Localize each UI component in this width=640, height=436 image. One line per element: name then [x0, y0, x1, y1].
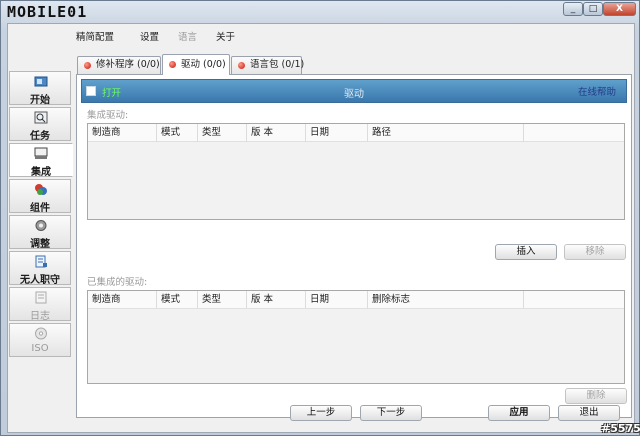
- panel-header: 打开 驱动 在线帮助: [81, 79, 627, 103]
- app-title: MOBILE01: [7, 3, 88, 21]
- app-window: MOBILE01 _ □ X 精简配置 设置 语言 关于 开始 任务 集成 组件…: [0, 0, 640, 436]
- nav-item-label: 集成: [31, 167, 51, 178]
- tab-hotfixes[interactable]: 修补程序 (0/0): [77, 56, 161, 74]
- nav-item-log[interactable]: 日志: [9, 287, 71, 322]
- close-button[interactable]: X: [603, 2, 636, 16]
- nav-item-components[interactable]: 组件: [9, 179, 71, 214]
- nav-item-integrate[interactable]: 集成: [9, 143, 73, 178]
- list-header: 制造商 模式 类型 版 本 日期 路径: [88, 124, 624, 142]
- panel-title: 驱动: [344, 89, 364, 100]
- menu-language[interactable]: 语言: [178, 29, 197, 43]
- next-button[interactable]: 下一步: [360, 405, 422, 421]
- integrate-drivers-list[interactable]: 制造商 模式 类型 版 本 日期 路径: [87, 123, 625, 220]
- nav-item-iso[interactable]: ISO: [9, 323, 71, 357]
- title-bar: MOBILE01 _ □ X: [1, 1, 639, 23]
- tab-label: 驱动 (0/0): [181, 59, 226, 70]
- tab-language-packs[interactable]: 语言包 (0/1): [231, 56, 305, 74]
- column-path[interactable]: 路径: [368, 124, 524, 142]
- integrate-drivers-label: 集成驱动:: [87, 110, 129, 121]
- column-manufacturer[interactable]: 制造商: [88, 124, 157, 142]
- menu-about[interactable]: 关于: [216, 29, 235, 43]
- status-dot-icon: [238, 62, 245, 69]
- column-version[interactable]: 版 本: [247, 291, 306, 309]
- tab-label: 修补程序 (0/0): [96, 59, 160, 70]
- nav-item-label: 开始: [30, 95, 50, 106]
- watermark: #5575: [601, 422, 640, 435]
- nav-item-label: ISO: [31, 343, 49, 354]
- integrate-icon: [34, 147, 48, 159]
- apply-button[interactable]: 应用: [488, 405, 550, 421]
- delete-button[interactable]: 删除: [565, 388, 627, 404]
- nav-item-label: 组件: [30, 203, 50, 214]
- nav-item-label: 无人职守: [20, 275, 60, 286]
- nav-item-start[interactable]: 开始: [9, 71, 71, 106]
- insert-button[interactable]: 插入: [495, 244, 557, 260]
- nav-item-unattended[interactable]: 无人职守: [9, 251, 71, 286]
- online-help-link[interactable]: 在线帮助: [578, 84, 616, 98]
- components-icon: [35, 184, 47, 195]
- nav-item-label: 任务: [30, 131, 50, 142]
- column-delete-flag[interactable]: 删除标志: [368, 291, 524, 309]
- nav-item-tweak[interactable]: 调整: [9, 215, 71, 250]
- client-area: 精简配置 设置 语言 关于 开始 任务 集成 组件 调整 无人职守 日志 ISO…: [7, 23, 635, 433]
- menu-settings[interactable]: 设置: [140, 29, 159, 43]
- status-dot-icon: [84, 62, 91, 69]
- tweak-icon: [35, 220, 47, 231]
- prev-button[interactable]: 上一步: [290, 405, 352, 421]
- task-icon: [34, 111, 48, 124]
- column-type[interactable]: 类型: [198, 291, 247, 309]
- iso-icon: [35, 327, 47, 340]
- minimize-button[interactable]: _: [563, 2, 583, 16]
- exit-button[interactable]: 退出: [558, 405, 620, 421]
- integrated-drivers-list[interactable]: 制造商 模式 类型 版 本 日期 删除标志: [87, 290, 625, 384]
- column-type[interactable]: 类型: [198, 124, 247, 142]
- maximize-button[interactable]: □: [583, 2, 603, 16]
- drivers-panel: 打开 驱动 在线帮助 集成驱动: 制造商 模式 类型 版 本 日期 路径 插入 …: [76, 74, 632, 418]
- list-header: 制造商 模式 类型 版 本 日期 删除标志: [88, 291, 624, 309]
- nav-item-label: 调整: [30, 239, 50, 250]
- remove-button[interactable]: 移除: [564, 244, 626, 260]
- tab-label: 语言包 (0/1): [250, 59, 305, 70]
- column-model[interactable]: 模式: [157, 124, 198, 142]
- start-icon: [34, 76, 48, 87]
- nav-item-label: 日志: [30, 311, 50, 322]
- nav-item-task[interactable]: 任务: [9, 107, 71, 142]
- column-model[interactable]: 模式: [157, 291, 198, 309]
- status-dot-icon: [169, 61, 176, 68]
- column-manufacturer[interactable]: 制造商: [88, 291, 157, 309]
- column-date[interactable]: 日期: [306, 124, 368, 142]
- tab-drivers[interactable]: 驱动 (0/0): [162, 54, 230, 75]
- menu-simplify-config[interactable]: 精简配置: [76, 29, 114, 43]
- unattended-icon: [35, 255, 47, 268]
- column-version[interactable]: 版 本: [247, 124, 306, 142]
- log-icon: [35, 291, 47, 304]
- integrated-drivers-label: 已集成的驱动:: [87, 277, 148, 288]
- column-date[interactable]: 日期: [306, 291, 368, 309]
